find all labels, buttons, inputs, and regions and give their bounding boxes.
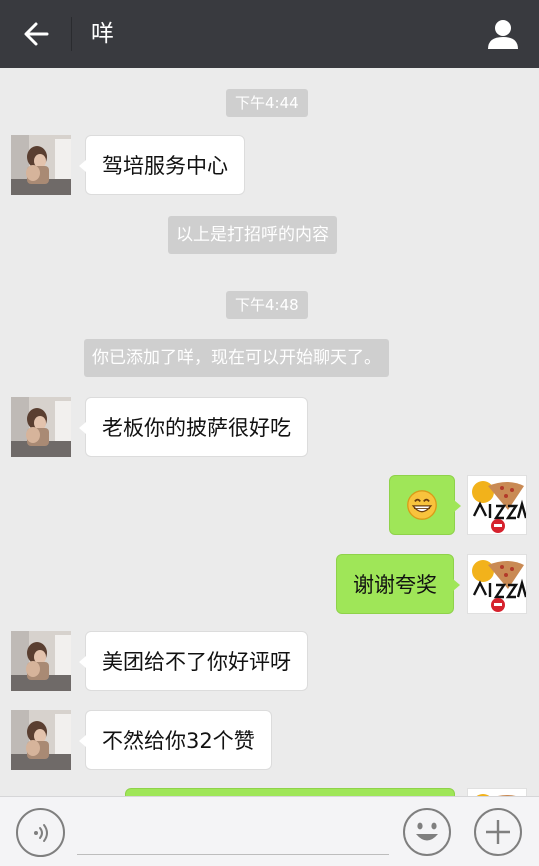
voice-icon xyxy=(33,823,48,842)
emoji-button[interactable] xyxy=(402,807,452,857)
outgoing-message[interactable] xyxy=(125,788,455,796)
my-avatar[interactable] xyxy=(467,788,527,796)
my-avatar[interactable] xyxy=(467,554,527,614)
voice-button[interactable] xyxy=(16,808,65,857)
incoming-message[interactable]: 美团给不了你好评呀 xyxy=(79,631,308,691)
arrow-left-icon xyxy=(24,22,49,46)
message-input[interactable] xyxy=(77,811,389,855)
chat-title: 咩 xyxy=(91,21,114,47)
smiley-icon xyxy=(403,808,451,856)
back-button[interactable] xyxy=(14,14,58,54)
system-message: 以上是打招呼的内容 xyxy=(168,216,337,254)
outgoing-message[interactable]: 谢谢夸奖 xyxy=(336,554,460,614)
message-list[interactable]: 下午4:44 驾培服务中心 以上是打招呼的内容 下午4:48 你已添加了咩，现在… xyxy=(0,68,539,796)
incoming-message[interactable]: 不然给你32个赞 xyxy=(79,710,272,770)
my-avatar[interactable] xyxy=(467,475,527,535)
incoming-message[interactable]: 驾培服务中心 xyxy=(79,135,245,195)
user-icon xyxy=(488,20,518,49)
contact-avatar[interactable] xyxy=(11,631,71,691)
grinning-face-emoji xyxy=(406,489,438,521)
header-bar: 咩 xyxy=(0,0,539,68)
input-bar xyxy=(0,796,539,866)
contact-avatar[interactable] xyxy=(11,135,71,195)
timestamp: 下午4:44 xyxy=(226,89,308,117)
profile-button[interactable] xyxy=(481,12,525,56)
incoming-message[interactable]: 老板你的披萨很好吃 xyxy=(79,397,308,457)
system-message: 你已添加了咩，现在可以开始聊天了。 xyxy=(84,339,389,377)
more-button[interactable] xyxy=(473,807,523,857)
header-divider xyxy=(71,17,72,51)
outgoing-message[interactable] xyxy=(389,475,461,535)
timestamp: 下午4:48 xyxy=(226,291,308,319)
plus-icon xyxy=(474,808,522,856)
contact-avatar[interactable] xyxy=(11,710,71,770)
contact-avatar[interactable] xyxy=(11,397,71,457)
